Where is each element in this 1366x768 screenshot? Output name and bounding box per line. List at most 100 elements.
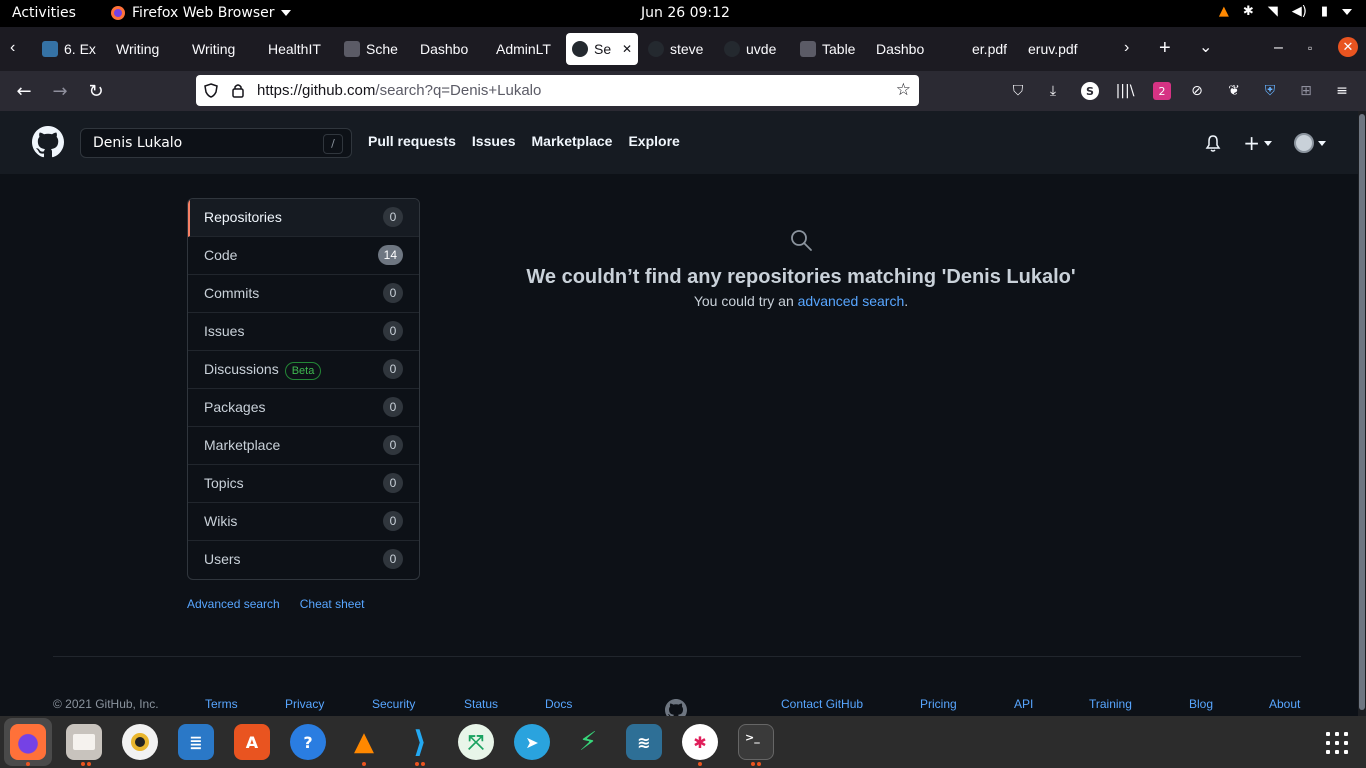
footer-link-about[interactable]: About: [1269, 697, 1300, 711]
shield-icon[interactable]: [204, 83, 218, 98]
github-search-input[interactable]: Denis Lukalo /: [80, 128, 352, 158]
browser-tab[interactable]: Writing: [186, 33, 256, 65]
bolt-dock-icon[interactable]: ⚡: [570, 724, 606, 760]
forward-icon[interactable]: →: [49, 80, 71, 102]
nav-marketplace[interactable]: Marketplace: [532, 133, 613, 149]
new-tab-icon[interactable]: +: [1159, 37, 1171, 60]
slack-dock-icon[interactable]: ✱: [682, 724, 718, 760]
github-logo-icon[interactable]: [32, 126, 64, 158]
footer-link-terms[interactable]: Terms: [205, 697, 238, 711]
browser-tab[interactable]: Writing: [110, 33, 180, 65]
menu-item-issues[interactable]: Issues 0: [188, 313, 419, 351]
extension-leaf-icon[interactable]: ❦: [1225, 82, 1243, 100]
remmina-dock-icon[interactable]: ⤧: [458, 724, 494, 760]
extension-s-icon[interactable]: S: [1081, 82, 1099, 100]
mysql-workbench-dock-icon[interactable]: ≋: [626, 724, 662, 760]
system-tray[interactable]: ▲ ✱ ◥ ◀) ▮: [1219, 4, 1352, 19]
menu-item-repositories[interactable]: Repositories 0: [188, 199, 419, 237]
advanced-search-inline-link[interactable]: advanced search: [798, 293, 905, 309]
bookmark-star-icon[interactable]: ☆: [896, 80, 911, 100]
menu-item-label: Commits: [204, 285, 259, 301]
menu-item-wikis[interactable]: Wikis 0: [188, 503, 419, 541]
menu-item-discussions[interactable]: Discussions Beta 0: [188, 351, 419, 389]
cheat-sheet-link[interactable]: Cheat sheet: [300, 597, 365, 611]
footer-link-pricing[interactable]: Pricing: [920, 697, 957, 711]
firefox-dock-icon[interactable]: [10, 724, 46, 760]
extension-compass-icon[interactable]: ⊘: [1188, 82, 1206, 100]
reload-icon[interactable]: ↻: [85, 80, 107, 102]
browser-tab[interactable]: Se ✕: [566, 33, 638, 65]
vlc-dock-icon[interactable]: ▲: [346, 724, 382, 760]
vscode-dock-icon[interactable]: ⟩: [402, 724, 438, 760]
browser-tab[interactable]: 6. Ex: [36, 33, 106, 65]
clock[interactable]: Jun 26 09:12: [641, 5, 730, 21]
chevron-down-icon[interactable]: [1342, 8, 1352, 15]
url-bar[interactable]: https://github.com/search?q=Denis+Lukalo…: [196, 75, 919, 106]
browser-tab[interactable]: uvde: [718, 33, 788, 65]
scroll-tabs-left-icon[interactable]: ‹: [10, 39, 15, 57]
rhythmbox-dock-icon[interactable]: [122, 724, 158, 760]
menu-item-topics[interactable]: Topics 0: [188, 465, 419, 503]
close-tab-icon[interactable]: ✕: [622, 42, 632, 56]
browser-tab[interactable]: Dashbo: [870, 33, 940, 65]
browser-tab[interactable]: steve: [642, 33, 712, 65]
menu-item-users[interactable]: Users 0: [188, 541, 419, 579]
browser-tab[interactable]: HealthIT: [262, 33, 332, 65]
help-dock-icon[interactable]: ?: [290, 724, 326, 760]
extension-2-icon[interactable]: 2: [1153, 82, 1171, 100]
tab-title: Table: [822, 41, 856, 57]
footer-link-status[interactable]: Status: [464, 697, 498, 711]
user-menu[interactable]: [1294, 133, 1326, 153]
vlc-tray-icon[interactable]: ▲: [1219, 4, 1229, 19]
footer-link-docs[interactable]: Docs: [545, 697, 572, 711]
footer-link-blog[interactable]: Blog: [1189, 697, 1213, 711]
writer-dock-icon[interactable]: ≣: [178, 724, 214, 760]
pocket-icon[interactable]: ⛉: [1009, 82, 1027, 100]
app-menu[interactable]: Firefox Web Browser: [110, 5, 291, 21]
scrollbar-thumb[interactable]: [1359, 114, 1365, 710]
extension-grid-icon[interactable]: ⊞: [1297, 82, 1315, 100]
nav-explore[interactable]: Explore: [628, 133, 679, 149]
footer-link-training[interactable]: Training: [1089, 697, 1132, 711]
close-window-icon[interactable]: ✕: [1338, 37, 1358, 57]
files-dock-icon[interactable]: [66, 724, 102, 760]
slack-tray-icon[interactable]: ✱: [1243, 4, 1254, 19]
browser-tab[interactable]: Table: [794, 33, 864, 65]
back-icon[interactable]: ←: [13, 80, 35, 102]
nav-pull-requests[interactable]: Pull requests: [368, 133, 456, 149]
browser-tab[interactable]: AdminLT: [490, 33, 560, 65]
extension-shield-icon[interactable]: ⛨: [1261, 82, 1279, 100]
library-icon[interactable]: |||\: [1116, 82, 1135, 100]
maximize-icon[interactable]: ▫: [1308, 41, 1312, 55]
browser-tab[interactable]: Sche: [338, 33, 408, 65]
menu-item-commits[interactable]: Commits 0: [188, 275, 419, 313]
browser-tab[interactable]: eruv.pdf: [1022, 33, 1092, 65]
scroll-tabs-right-icon[interactable]: ›: [1124, 39, 1129, 57]
menu-item-packages[interactable]: Packages 0: [188, 389, 419, 427]
footer-link-api[interactable]: API: [1014, 697, 1033, 711]
show-applications-icon[interactable]: [1326, 732, 1348, 754]
telegram-dock-icon[interactable]: ➤: [514, 724, 550, 760]
puzzle-icon: [800, 41, 816, 57]
nav-issues[interactable]: Issues: [472, 133, 516, 149]
software-dock-icon[interactable]: A: [234, 724, 270, 760]
activities-button[interactable]: Activities: [12, 5, 76, 21]
browser-tab[interactable]: Dashbo: [414, 33, 484, 65]
menu-hamburger-icon[interactable]: ≡: [1333, 82, 1351, 100]
lock-icon[interactable]: [232, 83, 244, 98]
footer-link-security[interactable]: Security: [372, 697, 415, 711]
running-indicator: [757, 762, 761, 766]
footer-link-contact[interactable]: Contact GitHub: [781, 697, 863, 711]
menu-item-marketplace[interactable]: Marketplace 0: [188, 427, 419, 465]
advanced-search-link[interactable]: Advanced search: [187, 597, 280, 611]
bell-icon[interactable]: [1205, 134, 1221, 152]
page-scrollbar[interactable]: [1358, 111, 1366, 716]
downloads-icon[interactable]: ⤓: [1044, 82, 1062, 100]
create-new-menu[interactable]: +: [1243, 131, 1272, 155]
running-indicator: [698, 762, 702, 766]
terminal-dock-icon[interactable]: >_: [738, 724, 774, 760]
minimize-icon[interactable]: –: [1274, 39, 1283, 57]
list-tabs-icon[interactable]: ⌄: [1199, 37, 1212, 57]
menu-item-code[interactable]: Code 14: [188, 237, 419, 275]
footer-link-privacy[interactable]: Privacy: [285, 697, 324, 711]
